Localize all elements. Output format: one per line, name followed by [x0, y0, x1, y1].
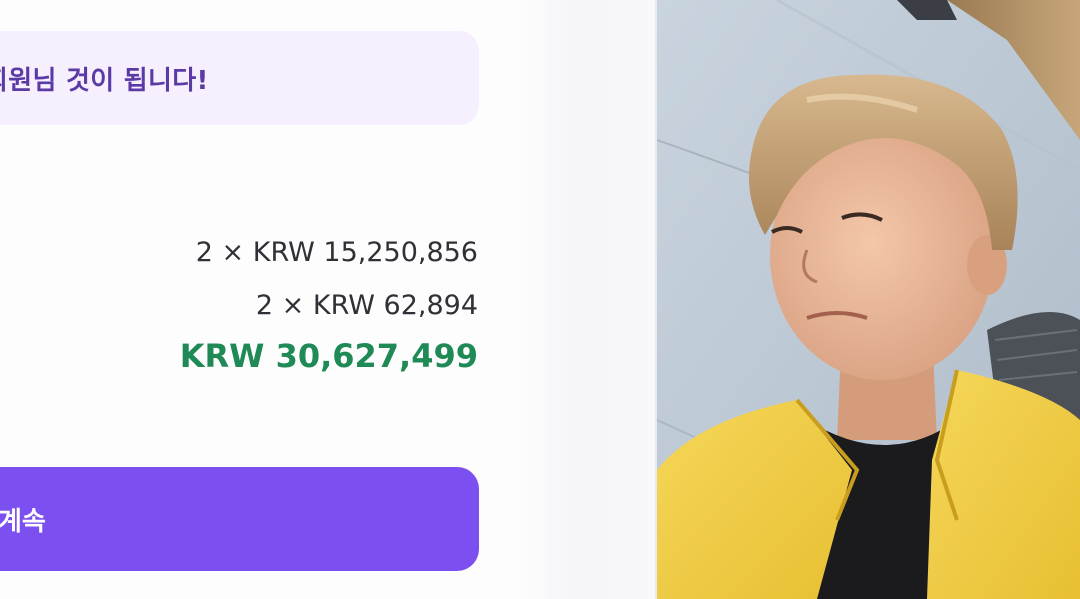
webcam-feed-image: [657, 0, 1080, 599]
line-item-price: 2 × KRW 15,250,856: [195, 237, 478, 268]
notice-banner: 회원님 것이 됩니다!: [0, 31, 479, 125]
continue-button[interactable]: 계속: [0, 467, 479, 571]
webcam-overlay: [657, 0, 1080, 599]
panel-edge-shade: [516, 0, 656, 599]
screen: 회원님 것이 됩니다! 2 × KRW 15,250,856 2 × KRW 6…: [0, 0, 1080, 599]
continue-button-label: 계속: [0, 505, 46, 536]
line-item-price: 2 × KRW 62,894: [255, 290, 478, 321]
checkout-panel: 회원님 것이 됩니다! 2 × KRW 15,250,856 2 × KRW 6…: [0, 0, 656, 599]
total-price: KRW 30,627,499: [179, 337, 478, 375]
notice-text: 회원님 것이 됩니다!: [0, 65, 209, 96]
